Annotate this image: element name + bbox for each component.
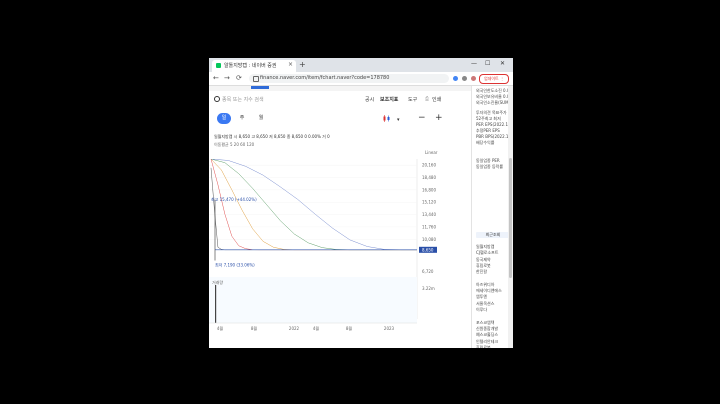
recent-item[interactable]: 한진칼 bbox=[476, 269, 487, 275]
tab-title: 알톨지방캡 : 네이버 증권 bbox=[224, 63, 277, 69]
stock-price-summary: 일월지방캡 시 8,650 고 8,650 저 8,650 종 8,650 0 … bbox=[214, 134, 330, 139]
close-tab-icon[interactable]: × bbox=[288, 61, 293, 68]
search-icon[interactable] bbox=[214, 96, 220, 102]
address-bar-row: ← → ⟳ finance.naver.com/item/fchart.nave… bbox=[209, 72, 513, 86]
price-chart[interactable]: 20,160 18,480 16,800 15,120 13,440 11,760 10,0… bbox=[209, 159, 471, 348]
y-tick-label: 11,760 bbox=[422, 224, 436, 229]
period-daily-button[interactable]: 일 bbox=[217, 113, 231, 124]
disclosure-link[interactable]: 공시 bbox=[365, 96, 374, 103]
recent-item[interactable]: 포스코엠텍 bbox=[476, 320, 494, 326]
industry-info-item: 동일업종 등락률 bbox=[476, 164, 504, 169]
recent-item[interactable]: 휴림로봇 bbox=[476, 263, 491, 269]
recent-item[interactable]: 인텔리안테크 bbox=[476, 339, 498, 345]
x-tick-label: 4월 bbox=[313, 325, 320, 331]
update-button[interactable]: 업데이트 ⋮ bbox=[479, 74, 509, 84]
volume-max-label: 3.22m bbox=[422, 286, 435, 291]
active-site-tab-indicator bbox=[251, 86, 269, 89]
ma-series-line bbox=[210, 159, 417, 251]
y-tick-label: 13,440 bbox=[422, 212, 436, 217]
recent-item[interactable]: 동국제약 bbox=[476, 257, 491, 263]
url-text: finance.naver.com/item/fchart.naver?code… bbox=[260, 75, 390, 81]
volume-bar bbox=[215, 285, 217, 323]
ma-series-line bbox=[210, 159, 417, 251]
recent-item[interactable]: 엠투엔 bbox=[476, 294, 487, 300]
last-price-label: 8,650 bbox=[422, 247, 434, 252]
x-tick-label: 2022 bbox=[289, 326, 300, 331]
extension-icon[interactable] bbox=[453, 76, 458, 81]
candlestick-icon[interactable] bbox=[383, 115, 391, 122]
chart-page: 종목 또는 지수 검색 공시 보조지표 도구 ⎙ 인쇄 일 주 월 ▾ − + … bbox=[209, 91, 471, 348]
minimize-button[interactable]: — bbox=[471, 60, 477, 67]
right-sidebar: 외국인한도소진 0.00외국인보유비율 0.00외국인소진율(SUM) 1.4 … bbox=[471, 86, 513, 348]
ma-series-line bbox=[210, 159, 417, 251]
recent-item[interactable]: 휴림로봇 bbox=[476, 345, 491, 348]
volume-panel bbox=[209, 277, 417, 323]
chart-type-dropdown-icon[interactable]: ▾ bbox=[397, 115, 400, 125]
maximize-button[interactable]: ☐ bbox=[485, 60, 490, 67]
zoom-in-button[interactable]: + bbox=[435, 113, 443, 123]
scale-selector[interactable]: Linear bbox=[425, 150, 437, 155]
ma-series-line bbox=[210, 159, 417, 251]
recent-item[interactable]: 서울옥션스 bbox=[476, 301, 494, 307]
valuation-info-item: 배당수익률 bbox=[476, 140, 495, 145]
tab-bar: 알톨지방캡 : 네이버 증권 × + — ☐ ✕ bbox=[209, 58, 513, 72]
reload-button[interactable]: ⟳ bbox=[236, 74, 242, 83]
x-tick-label: 4월 bbox=[217, 325, 224, 331]
back-button[interactable]: ← bbox=[213, 74, 219, 83]
profile-avatar-icon[interactable] bbox=[471, 76, 476, 81]
naver-favicon-icon bbox=[216, 63, 221, 68]
x-tick-label: 8월 bbox=[251, 325, 258, 331]
max-price-annotation: 최고 15,470 (+44.02%) bbox=[211, 196, 257, 202]
period-monthly-button[interactable]: 월 bbox=[254, 113, 268, 124]
y-tick-label: 18,480 bbox=[422, 175, 436, 180]
close-window-button[interactable]: ✕ bbox=[500, 60, 505, 67]
lock-icon bbox=[253, 76, 259, 82]
moving-average-legend: 이동평균 5 20 60 120 bbox=[214, 142, 255, 147]
scrollbar-thumb[interactable] bbox=[509, 158, 512, 278]
new-tab-button[interactable]: + bbox=[299, 60, 306, 70]
x-tick-label: 8월 bbox=[346, 325, 353, 331]
indicators-link[interactable]: 보조지표 bbox=[380, 96, 398, 103]
recent-item[interactable]: 아즈위디아 bbox=[476, 282, 494, 288]
stock-search-input[interactable]: 종목 또는 지수 검색 bbox=[222, 96, 264, 103]
y-tick-label: 20,160 bbox=[422, 163, 436, 168]
print-link[interactable]: 인쇄 bbox=[432, 96, 441, 103]
print-icon[interactable]: ⎙ bbox=[425, 96, 429, 102]
recent-item[interactable]: 예스코홀딩스 bbox=[476, 332, 498, 338]
volume-tick-label: 6,720 bbox=[422, 269, 434, 274]
period-weekly-button[interactable]: 주 bbox=[235, 113, 249, 124]
recent-views-header: 최근조회 bbox=[476, 232, 510, 238]
volume-label: 거래량 bbox=[212, 279, 223, 285]
recent-item[interactable]: CJ헬로소프트 bbox=[476, 250, 498, 256]
period-selector: 일 주 월 ▾ − + bbox=[209, 113, 471, 127]
ma-series-line bbox=[210, 167, 417, 251]
url-field[interactable]: finance.naver.com/item/fchart.naver?code… bbox=[249, 74, 449, 83]
y-tick-label: 16,800 bbox=[422, 187, 436, 192]
recent-item[interactable]: 이루다 bbox=[476, 307, 487, 313]
forward-button[interactable]: → bbox=[224, 74, 230, 83]
recent-item[interactable]: 신원종합개발 bbox=[476, 326, 498, 332]
browser-window: 알톨지방캡 : 네이버 증권 × + — ☐ ✕ ← → ⟳ finance.n… bbox=[209, 58, 513, 348]
browser-tab[interactable]: 알톨지방캡 : 네이버 증권 × bbox=[212, 60, 296, 72]
min-price-annotation: 최저 7,190 (33.06%) bbox=[215, 262, 255, 268]
zoom-out-button[interactable]: − bbox=[418, 113, 426, 123]
search-row: 종목 또는 지수 검색 공시 보조지표 도구 ⎙ 인쇄 bbox=[209, 93, 471, 107]
extensions-puzzle-icon[interactable] bbox=[462, 76, 467, 81]
y-tick-label: 15,120 bbox=[422, 200, 436, 205]
tools-link[interactable]: 도구 bbox=[408, 96, 417, 103]
x-tick-label: 2023 bbox=[384, 326, 395, 331]
y-tick-label: 10,080 bbox=[422, 237, 436, 242]
